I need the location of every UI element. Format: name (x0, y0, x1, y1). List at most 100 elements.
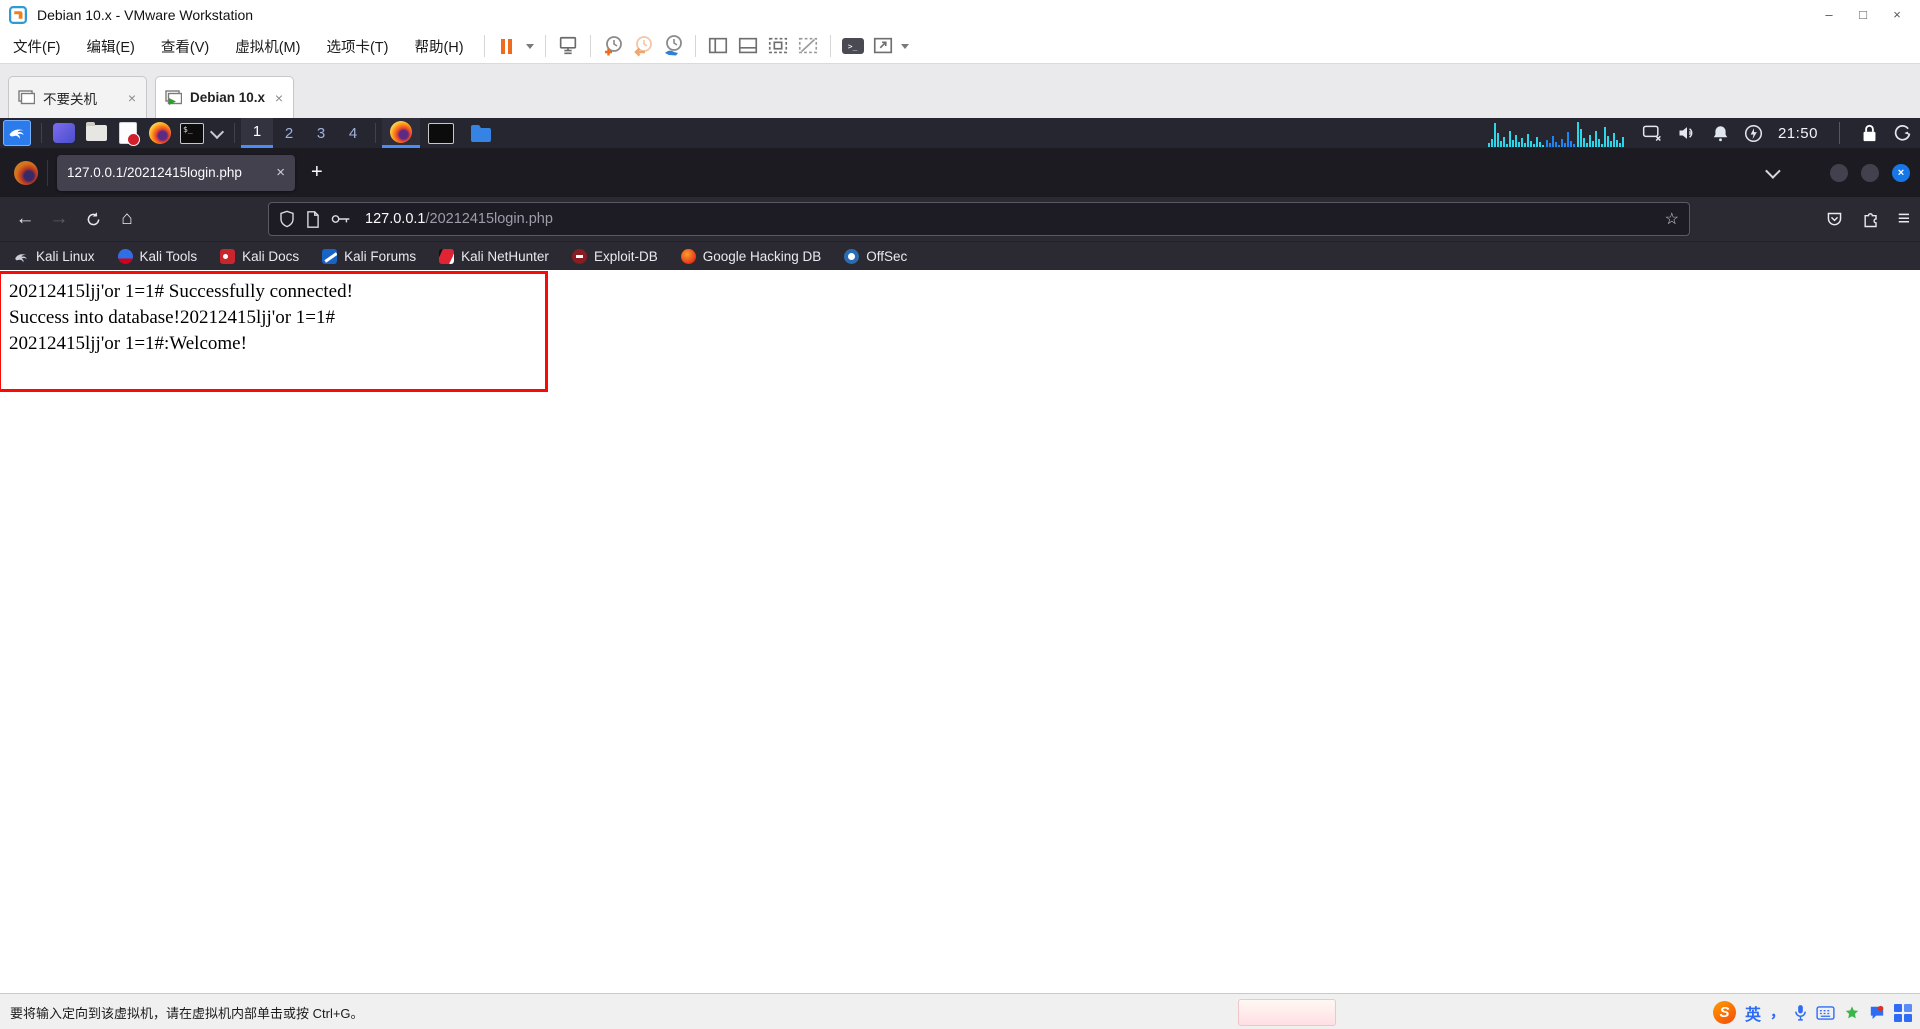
maximize-button[interactable]: □ (1846, 0, 1880, 29)
console-view-button[interactable]: >_ (838, 32, 868, 60)
page-info-icon[interactable] (306, 210, 320, 228)
bookmark-google-hacking-db[interactable]: Google Hacking DB (680, 248, 821, 264)
offsec-icon (844, 248, 860, 264)
vm-tab-active[interactable]: Debian 10.x × (155, 76, 294, 118)
ime-skin-icon[interactable] (1844, 1005, 1860, 1021)
terminal-icon (53, 123, 75, 143)
close-icon[interactable]: × (128, 90, 136, 106)
url-text[interactable]: 127.0.0.1/20212415login.php (365, 211, 553, 227)
list-all-tabs-icon[interactable] (1765, 163, 1781, 179)
fit-window-button[interactable] (793, 32, 823, 60)
launcher-file-manager[interactable] (84, 121, 108, 145)
bookmark-kali-forums[interactable]: Kali Forums (322, 248, 416, 264)
menu-view[interactable]: 查看(V) (148, 29, 222, 63)
sogou-logo-icon[interactable]: S (1712, 1001, 1736, 1024)
result-line: Success into database!20212415ljj'or 1=1… (9, 307, 335, 328)
vmware-workstation-window: Debian 10.x - VMware Workstation – □ × 文… (0, 0, 1920, 1029)
menu-tabs[interactable]: 选项卡(T) (313, 29, 401, 63)
bookmark-kali-docs[interactable]: Kali Docs (220, 248, 299, 264)
show-thumbnail-bar-button[interactable] (733, 32, 763, 60)
launcher-text-editor[interactable] (116, 121, 140, 146)
take-snapshot-button[interactable] (598, 32, 628, 60)
kali-logo-icon (9, 129, 24, 139)
bookmark-exploit-db[interactable]: Exploit-DB (571, 248, 658, 264)
fullscreen-dropdown-button[interactable] (898, 32, 912, 60)
bookmark-offsec[interactable]: OffSec (844, 248, 907, 264)
show-library-button[interactable] (703, 32, 733, 60)
bookmark-kali-linux[interactable]: Kali Linux (14, 249, 95, 264)
launcher-terminal[interactable] (52, 121, 76, 145)
terminal-icon (428, 122, 454, 144)
extensions-puzzle-icon[interactable] (1861, 209, 1881, 229)
password-key-icon[interactable] (331, 213, 351, 225)
bookmark-kali-nethunter[interactable]: Kali NetHunter (439, 248, 549, 264)
volume-icon[interactable] (1677, 124, 1697, 142)
power-manager-icon[interactable] (1744, 124, 1763, 143)
chevron-down-icon (525, 43, 534, 49)
window-title: Debian 10.x - VMware Workstation (37, 6, 254, 23)
ime-punctuation-icon[interactable]: ， (1770, 1005, 1785, 1020)
fullscreen-icon (873, 37, 892, 54)
taskbar-files-window[interactable] (462, 118, 500, 148)
vm-close-dot[interactable]: × (1892, 163, 1910, 182)
forward-button[interactable]: → (42, 202, 76, 236)
logout-icon[interactable] (1893, 124, 1912, 143)
taskbar-firefox-window[interactable] (382, 118, 420, 148)
reload-button[interactable] (76, 202, 110, 236)
taskbar-terminal-window[interactable] (420, 118, 462, 148)
bookmark-star-icon[interactable]: ☆ (1665, 209, 1679, 229)
power-pause-button[interactable] (492, 32, 522, 60)
launcher-firefox[interactable] (148, 121, 172, 145)
home-button[interactable]: ⌂ (110, 202, 144, 236)
browser-tab-active[interactable]: 127.0.0.1/20212415login.php × (57, 154, 295, 191)
notifications-bell-icon[interactable] (1712, 124, 1729, 142)
folder-icon (85, 122, 107, 141)
tabbar-separator (47, 159, 48, 186)
new-tab-button[interactable]: + (311, 161, 323, 184)
menu-help[interactable]: 帮助(H) (401, 29, 476, 63)
ime-messenger-icon[interactable] (1869, 1005, 1885, 1020)
vm-minimize-dot[interactable] (1830, 163, 1848, 182)
launcher-terminal-emulator[interactable]: $_ (180, 121, 204, 145)
pocket-icon[interactable] (1825, 210, 1844, 229)
url-bar[interactable]: 127.0.0.1/20212415login.php ☆ (268, 202, 1690, 236)
power-dropdown-button[interactable] (522, 32, 538, 60)
workspace-4[interactable]: 4 (337, 118, 369, 148)
snapshot-revert-icon (633, 36, 652, 57)
send-ctrl-alt-del-button[interactable] (553, 32, 583, 60)
shield-permissions-icon[interactable] (279, 210, 295, 228)
vm-maximize-dot[interactable] (1861, 163, 1879, 182)
document-icon (119, 122, 140, 146)
ime-language-indicator[interactable]: 英 (1745, 1001, 1761, 1025)
send-ctrl-alt-del-icon (559, 36, 576, 55)
voice-input-icon[interactable] (1794, 1004, 1807, 1021)
close-icon[interactable]: × (275, 90, 283, 106)
fit-guest-button[interactable] (763, 32, 793, 60)
vm-tab-inactive[interactable]: 不要关机 × (8, 76, 147, 118)
menu-edit[interactable]: 编辑(E) (74, 29, 148, 63)
tab-close-icon[interactable]: × (276, 164, 285, 181)
bookmark-kali-tools[interactable]: Kali Tools (117, 248, 197, 264)
kali-applications-menu-button[interactable] (3, 120, 31, 146)
minimize-button[interactable]: – (1812, 0, 1846, 29)
menu-hamburger-icon[interactable]: ≡ (1898, 207, 1910, 231)
menu-vm[interactable]: 虚拟机(M) (222, 29, 313, 63)
fullscreen-button[interactable] (868, 32, 898, 60)
screensaver-disabled-icon[interactable] (1642, 124, 1662, 142)
lock-screen-icon[interactable] (1861, 124, 1878, 143)
chevron-down-icon[interactable] (209, 124, 225, 139)
revert-snapshot-button[interactable] (628, 32, 658, 60)
bookmarks-toolbar: Kali Linux Kali Tools Kali Docs Kali For… (0, 241, 1920, 270)
snapshot-manager-button[interactable] (658, 32, 688, 60)
workspace-3[interactable]: 3 (305, 118, 337, 148)
workspace-1[interactable]: 1 (241, 118, 273, 148)
menu-file[interactable]: 文件(F) (0, 29, 74, 63)
workspace-2[interactable]: 2 (273, 118, 305, 148)
audio-visualizer (1487, 122, 1624, 147)
kali-tools-icon (117, 248, 133, 264)
ime-toolbox-icon[interactable] (1894, 1003, 1912, 1022)
close-button[interactable]: × (1880, 0, 1914, 29)
panel-clock[interactable]: 21:50 (1778, 125, 1818, 142)
back-button[interactable]: ← (8, 202, 42, 236)
virtual-keyboard-icon[interactable] (1816, 1005, 1835, 1020)
